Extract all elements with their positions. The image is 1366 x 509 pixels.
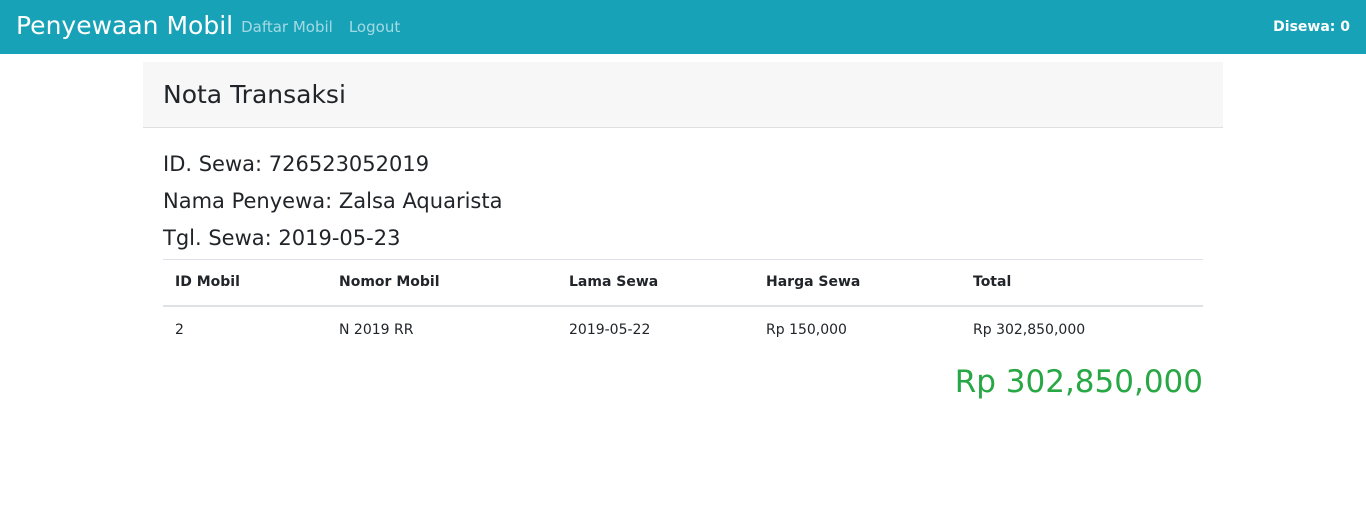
navbar-brand[interactable]: Penyewaan Mobil xyxy=(16,13,233,38)
rental-date: Tgl. Sewa: 2019-05-23 xyxy=(163,226,401,250)
table-header-row: ID Mobil Nomor Mobil Lama Sewa Harga Sew… xyxy=(163,259,1203,307)
table-row: 2 N 2019 RR 2019-05-22 Rp 150,000 Rp 302… xyxy=(163,306,1203,354)
column-header-rental-duration: Lama Sewa xyxy=(557,259,754,307)
column-header-rental-price: Harga Sewa xyxy=(754,259,961,307)
transaction-table: ID Mobil Nomor Mobil Lama Sewa Harga Sew… xyxy=(163,259,1203,354)
card-header: Nota Transaksi xyxy=(143,62,1223,128)
cell-total: Rp 302,850,000 xyxy=(973,322,1086,338)
page-title: Nota Transaksi xyxy=(163,80,346,109)
transaction-card: Nota Transaksi ID. Sewa: 726523052019 Na… xyxy=(143,62,1223,400)
rented-count-status: Disewa: 0 xyxy=(1273,19,1350,35)
nav-link-daftar-mobil[interactable]: Daftar Mobil xyxy=(241,18,333,36)
column-header-car-id: ID Mobil xyxy=(163,259,327,307)
nav-link-logout[interactable]: Logout xyxy=(349,18,400,36)
column-header-total: Total xyxy=(961,259,1203,307)
cell-car-number: N 2019 RR xyxy=(339,322,414,338)
cell-rental-duration: 2019-05-22 xyxy=(569,322,651,338)
rental-id: ID. Sewa: 726523052019 xyxy=(163,152,430,176)
grand-total: Rp 302,850,000 xyxy=(954,363,1203,400)
navbar: Penyewaan Mobil Daftar Mobil Logout Dise… xyxy=(0,0,1366,54)
transaction-info: ID. Sewa: 726523052019 Nama Penyewa: Zal… xyxy=(163,146,1203,257)
cell-rental-price: Rp 150,000 xyxy=(766,322,847,338)
cell-car-id: 2 xyxy=(175,322,184,338)
card-body: ID. Sewa: 726523052019 Nama Penyewa: Zal… xyxy=(143,128,1223,400)
column-header-car-number: Nomor Mobil xyxy=(327,259,557,307)
renter-name: Nama Penyewa: Zalsa Aquarista xyxy=(163,189,503,213)
